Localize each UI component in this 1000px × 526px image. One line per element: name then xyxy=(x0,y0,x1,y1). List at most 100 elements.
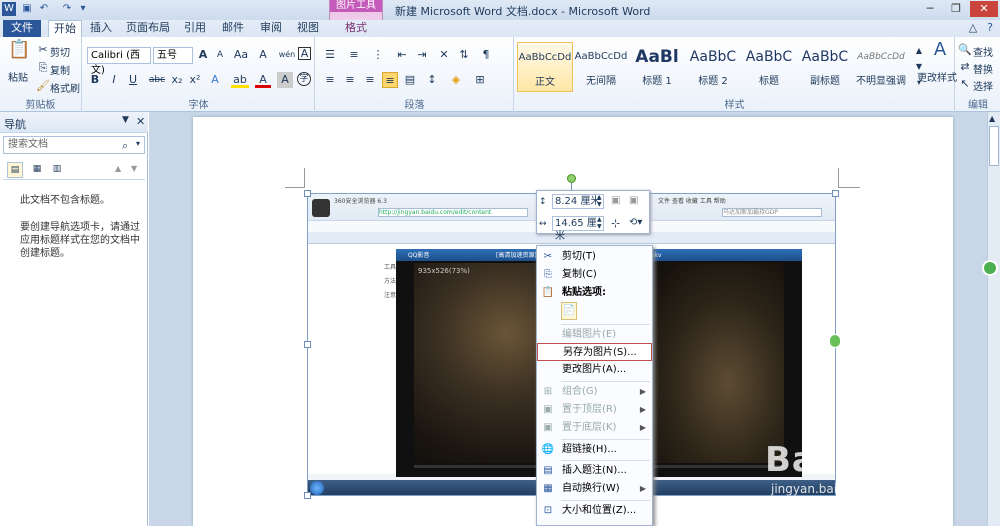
grow-font-button[interactable]: A xyxy=(195,47,211,63)
change-case-button[interactable]: Aa xyxy=(231,47,251,63)
strikethrough-button[interactable]: abc xyxy=(147,72,167,88)
floating-badge-icon[interactable] xyxy=(982,260,998,276)
word-app-icon[interactable]: W xyxy=(2,2,16,16)
restore-icon[interactable]: ❐ xyxy=(944,1,968,17)
font-color-button[interactable]: A xyxy=(255,72,271,88)
bring-forward-icon[interactable]: ▣ xyxy=(611,195,625,209)
scroll-up-icon[interactable]: ▲ xyxy=(989,114,995,123)
qat-dropdown-icon[interactable]: ▾ xyxy=(76,2,90,16)
width-spinner-icon[interactable]: ▲ ▼ xyxy=(597,216,602,230)
layout-options-icon[interactable] xyxy=(829,334,841,348)
menu-item-text-wrapping[interactable]: ▦ 自动换行(W) ▶ xyxy=(537,480,652,498)
chinese-layout-icon[interactable]: ✕ xyxy=(436,47,452,63)
menu-item-insert-caption[interactable]: ▤ 插入题注(N)... xyxy=(537,462,652,480)
select-button[interactable]: 选择 xyxy=(973,78,993,93)
menu-item-size-position[interactable]: ⊡ 大小和位置(Z)... xyxy=(537,502,652,520)
vertical-scrollbar[interactable]: ▲ xyxy=(982,112,1000,526)
font-size-select[interactable]: 五号 xyxy=(153,47,193,64)
paste-icon[interactable]: 📋 xyxy=(8,41,30,66)
text-effects-button[interactable]: A xyxy=(207,72,223,88)
style-heading-1[interactable]: AaBl 标题 1 xyxy=(629,42,685,92)
resize-handle[interactable] xyxy=(304,190,311,197)
shrink-font-button[interactable]: A xyxy=(212,47,228,63)
justify-icon[interactable]: ≡ xyxy=(382,72,398,88)
cut-button[interactable]: 剪切 xyxy=(50,44,70,59)
change-styles-icon[interactable]: A xyxy=(929,41,951,64)
rotate-handle[interactable] xyxy=(567,174,576,183)
menu-item-hyperlink[interactable]: 🌐 超链接(H)... xyxy=(537,441,652,459)
italic-button[interactable]: I xyxy=(106,72,122,88)
superscript-button[interactable]: x² xyxy=(187,72,203,88)
numbering-icon[interactable]: ≡ xyxy=(346,47,362,63)
shading-icon[interactable]: ◈ xyxy=(448,72,464,88)
menu-item-change-picture[interactable]: 更改图片(A)... xyxy=(537,361,652,379)
scroll-thumb[interactable] xyxy=(989,126,999,166)
styles-scroll-up-icon[interactable]: ▲ xyxy=(911,43,927,57)
sort-icon[interactable]: ⇅ xyxy=(456,47,472,63)
multilevel-list-icon[interactable]: ⋮ xyxy=(370,47,386,63)
resize-handle[interactable] xyxy=(304,341,311,348)
font-name-select[interactable]: Calibri (西文) xyxy=(87,47,151,76)
nav-close-icon[interactable]: ✕ xyxy=(136,115,145,128)
resize-handle[interactable] xyxy=(304,492,311,499)
style-title[interactable]: AaBbC 标题 xyxy=(741,42,797,92)
resize-handle[interactable] xyxy=(832,190,839,197)
menu-item-cut[interactable]: ✂ 剪切(T) xyxy=(537,248,652,266)
show-marks-icon[interactable]: ¶ xyxy=(478,47,494,63)
underline-button[interactable]: U xyxy=(125,72,141,88)
borders-icon[interactable]: ⊞ xyxy=(472,72,488,88)
rotate-icon[interactable]: ⟲▾ xyxy=(629,217,647,231)
close-icon[interactable]: ✕ xyxy=(970,1,998,17)
style-normal[interactable]: AaBbCcDd 正文 xyxy=(517,42,573,92)
find-button[interactable]: 查找 xyxy=(973,44,993,59)
menu-item-copy[interactable]: ⎘ 复制(C) xyxy=(537,266,652,284)
pages-view-icon[interactable]: ▦ xyxy=(29,162,45,178)
minimize-ribbon-icon[interactable]: △ xyxy=(965,20,981,36)
paste-button[interactable]: 粘贴 xyxy=(8,69,28,84)
save-icon[interactable]: ▣ xyxy=(20,2,34,16)
tab-mailings[interactable]: 邮件 xyxy=(218,20,248,37)
replace-button[interactable]: 替换 xyxy=(973,61,993,76)
search-icon[interactable]: ⌕ xyxy=(122,139,128,153)
next-result-icon[interactable]: ▼ xyxy=(131,164,137,173)
phonetic-guide-button[interactable]: wén xyxy=(277,47,297,63)
style-subtle-emphasis[interactable]: AaBbCcDd 不明显强调 xyxy=(853,42,909,92)
decrease-indent-icon[interactable]: ⇤ xyxy=(394,47,410,63)
char-border-button[interactable]: A xyxy=(298,47,311,60)
copy-button[interactable]: 复制 xyxy=(50,62,70,77)
align-center-icon[interactable]: ≡ xyxy=(342,72,358,88)
tab-page-layout[interactable]: 页面布局 xyxy=(124,20,172,37)
tab-view[interactable]: 视图 xyxy=(293,20,323,37)
increase-indent-icon[interactable]: ⇥ xyxy=(414,47,430,63)
crop-icon[interactable]: ⊹ xyxy=(611,217,625,231)
line-spacing-icon[interactable]: ↕ xyxy=(424,72,440,88)
format-painter-button[interactable]: 格式刷 xyxy=(50,80,80,95)
send-backward-icon[interactable]: ▣ xyxy=(629,195,643,209)
nav-menu-icon[interactable]: ▼ xyxy=(122,115,129,125)
align-left-icon[interactable]: ≡ xyxy=(322,72,338,88)
paste-keep-source-icon[interactable]: 📄 xyxy=(561,302,577,320)
tab-references[interactable]: 引用 xyxy=(180,20,210,37)
enclose-char-button[interactable]: 字 xyxy=(297,72,311,86)
minimize-icon[interactable]: ─ xyxy=(918,1,942,17)
tab-file[interactable]: 文件 xyxy=(3,20,41,37)
style-subtitle[interactable]: AaBbC 副标题 xyxy=(797,42,853,92)
tab-home[interactable]: 开始 xyxy=(48,20,82,38)
menu-item-save-as-picture[interactable]: 另存为图片(S)... xyxy=(537,343,652,361)
bold-button[interactable]: B xyxy=(87,72,103,88)
results-view-icon[interactable]: ▥ xyxy=(49,162,65,178)
bullets-icon[interactable]: ☰ xyxy=(322,47,338,63)
highlight-button[interactable]: ab xyxy=(231,72,249,88)
align-right-icon[interactable]: ≡ xyxy=(362,72,378,88)
style-heading-2[interactable]: AaBbC 标题 2 xyxy=(685,42,741,92)
height-spinner-icon[interactable]: ▲ ▼ xyxy=(597,194,602,208)
distributed-icon[interactable]: ▤ xyxy=(402,72,418,88)
char-shading-button[interactable]: A xyxy=(277,72,293,88)
change-styles-button[interactable]: 更改样式 xyxy=(905,69,957,84)
clear-format-button[interactable]: A xyxy=(255,47,271,63)
prev-result-icon[interactable]: ▲ xyxy=(115,164,121,173)
tab-review[interactable]: 审阅 xyxy=(256,20,286,37)
help-icon[interactable]: ? xyxy=(982,20,998,36)
tab-insert[interactable]: 插入 xyxy=(86,20,116,37)
redo-icon[interactable]: ↷ xyxy=(60,2,74,16)
